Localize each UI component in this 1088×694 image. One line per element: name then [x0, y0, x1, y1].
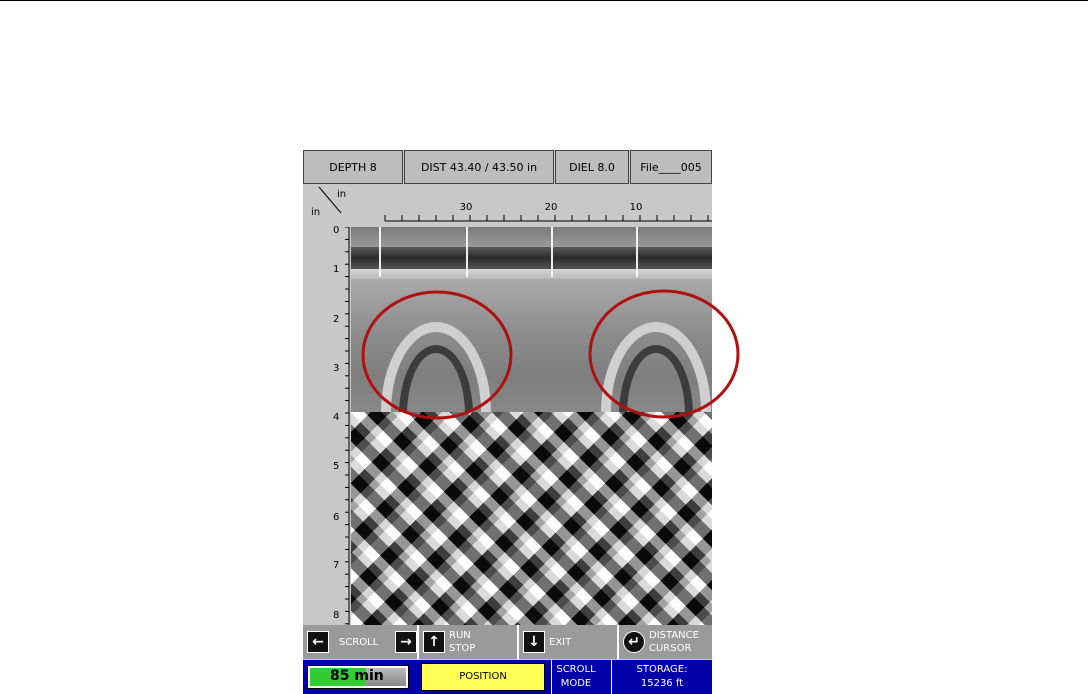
depth-field: DEPTH 8: [303, 150, 403, 184]
control-bar: ← SCROLL → ↑ RUN STOP ↓ EXIT ↵ DISTANCE …: [303, 625, 712, 659]
run-label[interactable]: RUN: [449, 629, 471, 642]
radargram-scan[interactable]: [351, 227, 712, 625]
control-divider: [617, 625, 619, 659]
scroll-mode-label: SCROLL: [556, 664, 596, 675]
exit-label[interactable]: EXIT: [549, 636, 571, 649]
battery-text: 85 min: [330, 668, 384, 684]
position-button[interactable]: POSITION: [421, 663, 545, 691]
status-divider: [611, 660, 612, 694]
distance-text: DIST 43.40 / 43.50 in: [420, 160, 538, 174]
y-unit-label: in: [311, 207, 321, 218]
dielectric-text: DIEL 8.0: [569, 160, 615, 174]
x-tick-label: 10: [629, 202, 643, 213]
surface-reflection-band: [351, 247, 712, 269]
storage-label: STORAGE:: [636, 664, 688, 675]
storage-value: 15236 ft: [640, 678, 684, 689]
arrow-right-icon[interactable]: →: [395, 631, 417, 653]
distance-ruler: in in 30 20 10: [303, 185, 712, 225]
depth-text: DEPTH 8: [329, 160, 377, 174]
axis-corner-graphic: [318, 186, 712, 222]
x-tick-label: 30: [459, 202, 473, 213]
control-divider: [517, 625, 519, 659]
gpr-device-screen: DEPTH 8 DIST 43.40 / 43.50 in DIEL 8.0 F…: [303, 150, 712, 694]
status-divider: [551, 660, 552, 694]
status-bar: 85 min POSITION SCROLL MODE STORAGE: 152…: [303, 660, 712, 694]
file-field: File____005: [630, 150, 712, 184]
dielectric-field: DIEL 8.0: [555, 150, 629, 184]
page-top-rule: [0, 0, 1088, 1]
x-tick-label: 20: [544, 202, 558, 213]
battery-icon: 85 min: [307, 665, 409, 689]
cursor-label[interactable]: CURSOR: [649, 642, 691, 655]
surface-band: [351, 227, 712, 247]
scroll-label: SCROLL: [339, 637, 379, 648]
distance-label[interactable]: DISTANCE: [649, 629, 699, 642]
distance-marker: [379, 227, 381, 277]
arrow-up-icon[interactable]: ↑: [423, 631, 445, 653]
distance-marker: [636, 227, 638, 277]
surface-light-band: [351, 269, 712, 279]
mode-label: MODE: [560, 678, 592, 689]
control-divider: [417, 625, 419, 659]
file-text: File____005: [640, 160, 702, 174]
distance-marker: [466, 227, 468, 277]
arrow-down-icon[interactable]: ↓: [523, 631, 545, 653]
distance-marker: [551, 227, 553, 277]
x-unit-label: in: [337, 189, 347, 200]
distance-field: DIST 43.40 / 43.50 in: [404, 150, 554, 184]
deep-reflection-crosshatch: [351, 412, 712, 625]
arrow-left-icon[interactable]: ←: [307, 631, 329, 653]
enter-icon[interactable]: ↵: [623, 631, 645, 653]
stop-label[interactable]: STOP: [449, 642, 475, 655]
y-axis-ticks: [345, 227, 350, 625]
